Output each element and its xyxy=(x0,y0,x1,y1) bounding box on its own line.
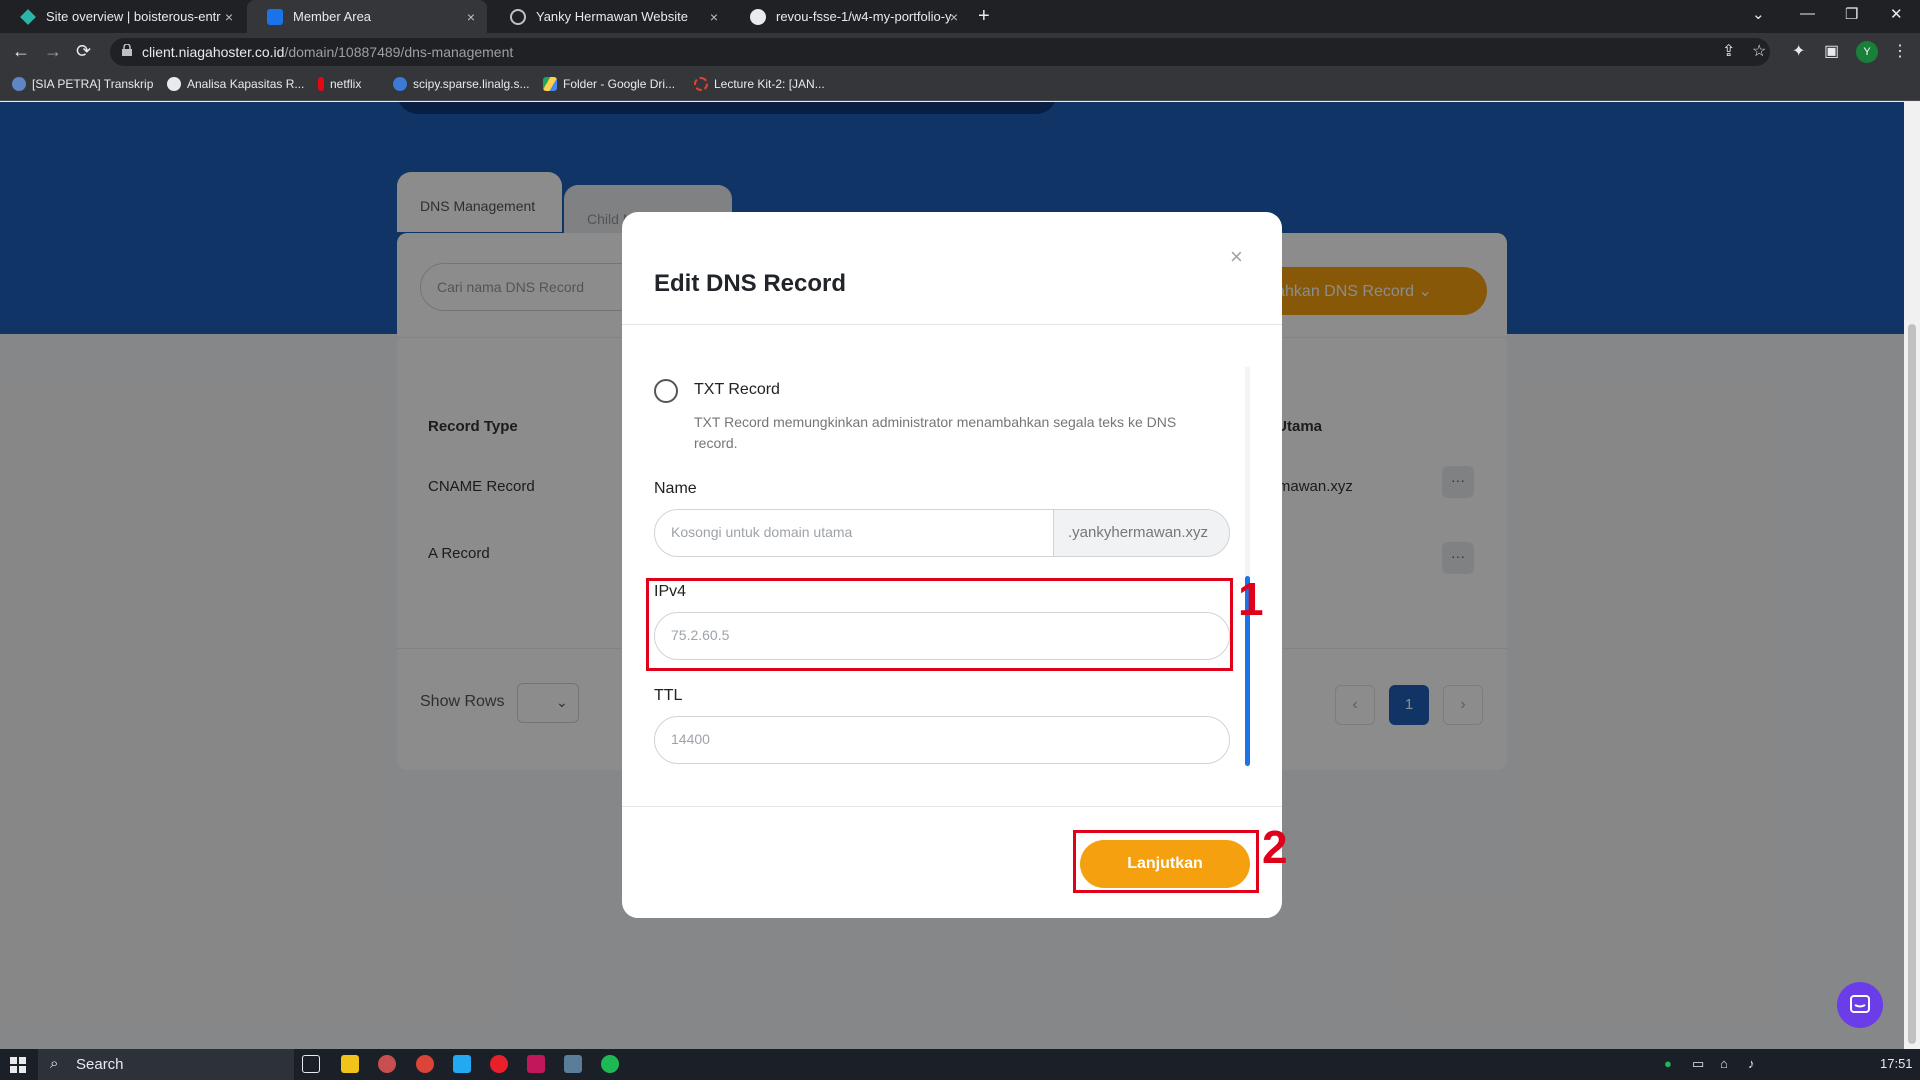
browser-toolbar: ← → ⟳ client.niagahoster.co.id/domain/10… xyxy=(0,33,1920,71)
bookmark-label: [SIA PETRA] Transkrip xyxy=(32,77,154,91)
network-tray-icon[interactable]: ⌂ xyxy=(1720,1056,1728,1071)
txt-record-description: TXT Record memungkinkan administrator me… xyxy=(694,414,1177,451)
wordpress-icon xyxy=(167,77,181,91)
close-icon[interactable]: × xyxy=(1230,244,1243,270)
search-icon: ⌕ xyxy=(50,1055,59,1072)
close-window-icon[interactable]: ✕ xyxy=(1890,5,1903,23)
bookmark-netflix[interactable]: netflix xyxy=(318,77,361,91)
spotify-tray-icon[interactable]: ● xyxy=(1664,1056,1672,1071)
annotation-box-1 xyxy=(646,578,1233,671)
back-icon[interactable]: ← xyxy=(12,41,30,62)
tab-title: revou-fsse-1/w4-my-portfolio-ya xyxy=(776,9,951,24)
scipy-icon xyxy=(393,77,407,91)
reload-icon[interactable]: ⟳ xyxy=(76,41,91,62)
bookmark-label: Lecture Kit-2: [JAN... xyxy=(714,77,825,91)
name-input[interactable]: Kosongi untuk domain utama xyxy=(654,509,1054,557)
profile-avatar[interactable]: Y xyxy=(1856,41,1878,63)
remote-desktop-icon[interactable] xyxy=(564,1055,582,1073)
url-path: /domain/10887489/dns-management xyxy=(284,44,514,60)
ttl-label: TTL xyxy=(654,687,683,704)
txt-record-radio[interactable] xyxy=(654,379,678,403)
name-label: Name xyxy=(654,480,697,497)
bookmark-label: netflix xyxy=(330,77,362,91)
tab-site-overview[interactable]: Site overview | boisterous-entrep × xyxy=(0,0,245,33)
minimize-icon[interactable]: — xyxy=(1800,5,1815,22)
domain-suffix: .yankyhermawan.xyz xyxy=(1053,509,1230,557)
tab-bar: Site overview | boisterous-entrep × Memb… xyxy=(0,0,1920,33)
ttl-input[interactable]: 14400 xyxy=(654,716,1230,764)
bookmark-star-icon[interactable]: ☆ xyxy=(1752,41,1766,61)
globe-icon xyxy=(510,8,526,25)
new-tab-button[interactable]: + xyxy=(978,5,990,28)
bookmark-sia-petra[interactable]: [SIA PETRA] Transkrip xyxy=(12,77,153,91)
close-tab-icon[interactable]: × xyxy=(710,9,718,25)
chat-support-button[interactable] xyxy=(1837,982,1883,1028)
taskbar-search-label: Search xyxy=(76,1056,124,1073)
github-icon xyxy=(750,8,766,25)
tab-github-repo[interactable]: revou-fsse-1/w4-my-portfolio-ya × xyxy=(730,0,970,33)
settings-app-icon[interactable] xyxy=(378,1055,396,1073)
annotation-box-2 xyxy=(1073,830,1259,893)
side-panel-icon[interactable]: ▣ xyxy=(1824,41,1839,61)
loading-icon xyxy=(694,77,708,91)
page-scrollbar[interactable] xyxy=(1904,102,1920,1049)
tab-member-area[interactable]: Member Area × xyxy=(247,0,487,33)
task-view-icon[interactable] xyxy=(302,1055,320,1073)
address-bar[interactable]: client.niagahoster.co.id/domain/10887489… xyxy=(110,38,1770,66)
netflix-icon xyxy=(318,77,324,91)
spotify-icon[interactable] xyxy=(601,1055,619,1073)
chat-icon xyxy=(1850,995,1870,1013)
clock[interactable]: 17:51 xyxy=(1880,1056,1913,1071)
share-icon[interactable]: ⇪ xyxy=(1722,41,1735,61)
vscode-icon[interactable] xyxy=(453,1055,471,1073)
close-tab-icon[interactable]: × xyxy=(467,9,475,25)
tab-title: Member Area xyxy=(293,9,372,24)
bookmark-label: Analisa Kapasitas R... xyxy=(187,77,305,91)
globe-icon xyxy=(12,77,26,91)
lock-icon xyxy=(122,44,132,56)
annotation-number-2: 2 xyxy=(1262,821,1288,873)
extensions-icon[interactable]: ✦ xyxy=(1792,41,1805,61)
opera-icon[interactable] xyxy=(490,1055,508,1073)
txt-record-label: TXT Record xyxy=(694,381,780,398)
windows-start-icon[interactable] xyxy=(10,1057,26,1073)
annotation-number-1: 1 xyxy=(1238,573,1264,625)
taskbar-search[interactable]: ⌕ Search xyxy=(38,1049,294,1080)
volume-tray-icon[interactable]: ♪ xyxy=(1748,1056,1755,1071)
bookmark-lecture-kit[interactable]: Lecture Kit-2: [JAN... xyxy=(694,77,825,91)
close-tab-icon[interactable]: × xyxy=(225,9,233,25)
bookmark-google-drive[interactable]: Folder - Google Dri... xyxy=(543,77,675,91)
bookmarks-bar: [SIA PETRA] Transkrip Analisa Kapasitas … xyxy=(0,71,1920,101)
netlify-icon xyxy=(20,8,36,25)
taskbar: ⌕ Search ● ▭ ⌂ ♪ 17:51 xyxy=(0,1049,1920,1080)
forward-icon[interactable]: → xyxy=(44,41,62,62)
modal-header-divider xyxy=(622,324,1282,325)
tab-search-icon[interactable]: ⌄ xyxy=(1752,5,1765,23)
mail-app-icon[interactable] xyxy=(527,1055,545,1073)
tab-title: Site overview | boisterous-entrep xyxy=(46,9,221,24)
bookmark-analisa[interactable]: Analisa Kapasitas R... xyxy=(167,77,304,91)
file-explorer-icon[interactable] xyxy=(341,1055,359,1073)
bookmark-scipy[interactable]: scipy.sparse.linalg.s... xyxy=(393,77,530,91)
niagahoster-icon xyxy=(267,8,283,25)
menu-icon[interactable]: ⋮ xyxy=(1892,41,1908,61)
edit-dns-modal: Edit DNS Record × TXT Record TXT Record … xyxy=(622,212,1282,918)
chrome-icon[interactable] xyxy=(416,1055,434,1073)
url-host: client.niagahoster.co.id xyxy=(142,44,285,60)
bookmark-label: scipy.sparse.linalg.s... xyxy=(413,77,530,91)
bookmark-label: Folder - Google Dri... xyxy=(563,77,676,91)
modal-title: Edit DNS Record xyxy=(654,270,847,297)
tab-yanky-website[interactable]: Yanky Hermawan Website × xyxy=(490,0,730,33)
modal-footer-divider xyxy=(622,806,1282,807)
scroll-thumb[interactable] xyxy=(1908,324,1916,1044)
display-tray-icon[interactable]: ▭ xyxy=(1692,1056,1704,1072)
restore-icon[interactable]: ❐ xyxy=(1845,5,1858,23)
google-drive-icon xyxy=(543,77,557,91)
close-tab-icon[interactable]: × xyxy=(950,9,958,25)
tab-title: Yanky Hermawan Website xyxy=(536,9,688,24)
